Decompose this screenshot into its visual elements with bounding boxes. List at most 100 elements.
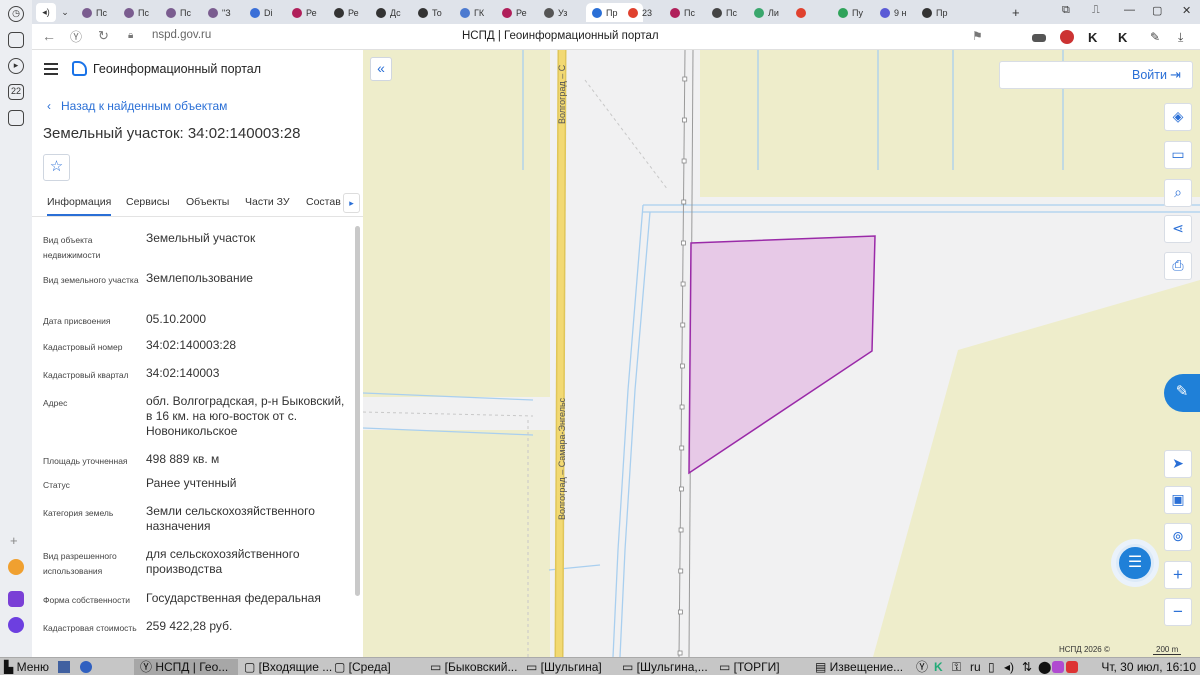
taskbar-item[interactable]: ▭ [Шульгина]: [526, 659, 602, 675]
browser-tab[interactable]: ГК: [460, 3, 484, 22]
extension-icon[interactable]: K: [1088, 30, 1102, 45]
key-tray-icon[interactable]: ⚿: [952, 659, 961, 675]
taskbar-item[interactable]: ▭ [ТОРГИ]: [719, 659, 780, 675]
history-icon[interactable]: ◷: [8, 6, 24, 22]
start-menu-button[interactable]: ▙ Меню: [4, 659, 49, 675]
browser-tab[interactable]: Пр: [922, 3, 947, 22]
print-icon[interactable]: ⎙: [1164, 252, 1192, 280]
favorite-star-icon[interactable]: ☆: [43, 154, 70, 181]
tray-app-icon[interactable]: [1066, 661, 1078, 673]
tabs-scroll-right-icon[interactable]: ▸: [343, 193, 360, 213]
network-icon[interactable]: ⇅: [1022, 659, 1032, 675]
browser-tab[interactable]: Пс: [166, 3, 191, 22]
camera-icon[interactable]: [8, 110, 24, 126]
show-desktop-icon[interactable]: [58, 661, 70, 673]
browser-tab[interactable]: 9 н: [880, 3, 906, 22]
zoom-in-icon[interactable]: +: [1164, 561, 1192, 589]
maximize-icon[interactable]: ▢: [1152, 4, 1162, 17]
tab-information[interactable]: Информация: [47, 196, 112, 216]
menu-icon[interactable]: [44, 63, 58, 75]
browser-tab[interactable]: Пс: [670, 3, 695, 22]
browser-tab[interactable]: [796, 3, 810, 22]
back-to-results-link[interactable]: ‹ Назад к найденным объектам: [47, 99, 227, 113]
yandex-tray-icon[interactable]: Ⓨ: [916, 659, 928, 675]
volume-icon[interactable]: ◂): [1004, 659, 1014, 675]
browser-tab[interactable]: Пс: [124, 3, 149, 22]
add-icon[interactable]: +: [10, 533, 18, 548]
taskbar-item[interactable]: ▭ [Быковский...: [430, 659, 517, 675]
back-icon[interactable]: ←: [42, 28, 56, 44]
browser-tab[interactable]: Ли: [754, 3, 779, 22]
close-window-icon[interactable]: ✕: [1182, 4, 1191, 17]
reload-icon[interactable]: ↻: [98, 28, 109, 44]
tab-composition[interactable]: Состав: [306, 196, 341, 208]
browser-tab[interactable]: То: [418, 3, 442, 22]
browser-tab[interactable]: Дс: [376, 3, 401, 22]
map-canvas[interactable]: Волгоград – С Волгоград – Самара-Энгельс: [363, 50, 1200, 657]
tab-search-icon[interactable]: ⧉: [1062, 4, 1070, 17]
mail-app-icon[interactable]: [8, 559, 24, 575]
browser-tab[interactable]: Пс: [712, 3, 737, 22]
basemap-icon[interactable]: ▣: [1164, 486, 1192, 514]
portal-brand[interactable]: Геоинформационный портал: [93, 62, 261, 76]
attribute-label: Статус: [43, 480, 70, 490]
tab-parcel-parts[interactable]: Части ЗУ: [245, 196, 290, 208]
speaker-tab-icon[interactable]: ◂): [36, 3, 56, 22]
extension-icon[interactable]: [1032, 34, 1046, 42]
browser-tab[interactable]: Пс: [82, 3, 107, 22]
login-button[interactable]: Войти ⇥: [999, 61, 1193, 89]
tab-objects[interactable]: Объекты: [186, 196, 229, 208]
ruler-icon[interactable]: ▭: [1164, 141, 1192, 169]
bookmark-icon[interactable]: ⚑: [972, 29, 983, 43]
new-tab-icon[interactable]: +: [1012, 3, 1020, 22]
share-icon[interactable]: ⋖: [1164, 215, 1192, 243]
tray-app-icon[interactable]: ⬤: [1038, 659, 1051, 675]
tray-app-icon[interactable]: K: [934, 659, 943, 675]
collections-icon[interactable]: [8, 32, 24, 48]
search-area-icon[interactable]: ⌕: [1164, 179, 1192, 207]
browser-tab[interactable]: "З: [208, 3, 231, 22]
bookmarks-icon[interactable]: ⎍: [1092, 4, 1100, 17]
zoom-out-icon[interactable]: −: [1164, 598, 1192, 626]
map-view[interactable]: Волгоград – С Волгоград – Самара-Энгельс…: [363, 50, 1200, 657]
browser-launcher-icon[interactable]: [80, 661, 92, 673]
my-location-icon[interactable]: ➤: [1164, 450, 1192, 478]
url-field[interactable]: nspd.gov.ru: [152, 29, 211, 41]
chat-assistant-icon[interactable]: ☰: [1116, 544, 1154, 582]
extension-icon[interactable]: K: [1118, 30, 1132, 45]
land-parcel-34-02-140003-28[interactable]: [688, 235, 876, 475]
downloads-icon[interactable]: ⤓: [1178, 30, 1192, 44]
extension-icon[interactable]: ✎: [1150, 30, 1164, 44]
taskbar-item[interactable]: ▭ [Шульгина,...: [622, 659, 708, 675]
browser-tab[interactable]: Уз: [544, 3, 567, 22]
panel-scrollbar[interactable]: [355, 226, 360, 596]
keyboard-layout[interactable]: ru: [970, 659, 981, 675]
layers-icon[interactable]: ◈: [1164, 103, 1192, 131]
clipboard-tray-icon[interactable]: ▯: [988, 659, 995, 675]
calendar-icon[interactable]: 22: [8, 84, 24, 100]
feedback-tab-icon[interactable]: ✎: [1164, 374, 1200, 412]
browser-tab[interactable]: Di: [250, 3, 273, 22]
yandex-icon[interactable]: Ⓨ: [70, 28, 82, 45]
browser-tab[interactable]: Пу: [838, 3, 863, 22]
taskbar-item[interactable]: ▤ Извещение...: [815, 659, 903, 675]
taskbar-item[interactable]: ▢ [Входящие ...: [240, 659, 332, 675]
browser-tab[interactable]: Ре: [292, 3, 317, 22]
alice-icon[interactable]: [8, 617, 24, 633]
messenger-icon[interactable]: [8, 591, 24, 607]
taskbar-item[interactable]: ▢ [Среда]: [334, 659, 391, 675]
browser-tab[interactable]: Ре: [502, 3, 527, 22]
tab-list-chevron-icon[interactable]: ⌄: [58, 3, 72, 22]
collapse-panel-button[interactable]: «: [370, 57, 392, 81]
media-play-icon[interactable]: ▸: [8, 58, 24, 74]
pin-search-icon[interactable]: ⊚: [1164, 523, 1192, 551]
browser-tab[interactable]: Ре: [334, 3, 359, 22]
tab-services[interactable]: Сервисы: [126, 196, 170, 208]
minimize-icon[interactable]: —: [1124, 4, 1135, 16]
extension-icon[interactable]: [1060, 30, 1074, 44]
tray-app-icon[interactable]: [1052, 661, 1064, 673]
browser-tab[interactable]: 23: [628, 3, 652, 22]
taskbar-item[interactable]: Ⓨ НСПД | Гео...: [134, 659, 238, 675]
tab-favicon-icon: [502, 7, 512, 18]
tab-label: Пс: [180, 7, 191, 18]
